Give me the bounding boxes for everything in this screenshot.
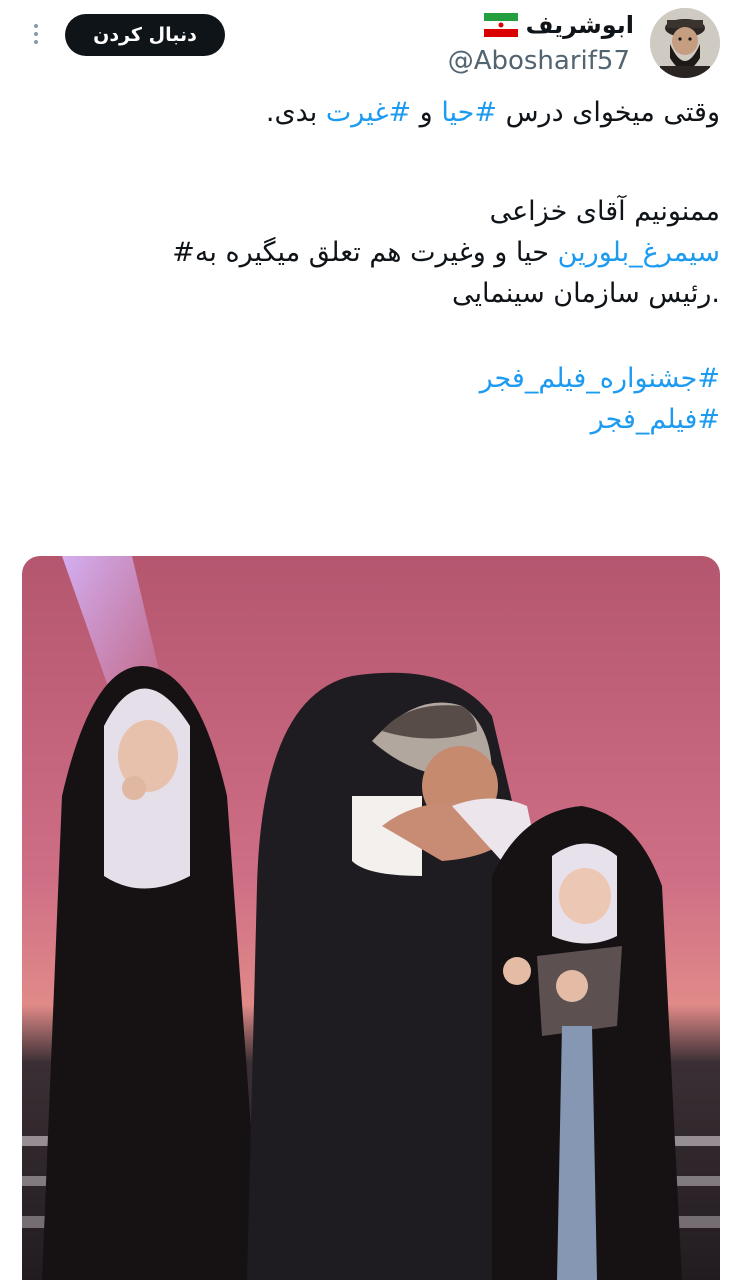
tweet-text-segment: بدی. [265, 97, 326, 128]
tweet-line-3: سیمرغ_بلورین حیا و وغیرت هم تعلق میگیره … [22, 232, 720, 273]
hashtag-link[interactable]: #جشنواره_فیلم_فجر [480, 363, 720, 394]
author-handle[interactable]: @Abosharif57 [448, 46, 630, 76]
tweet-body: وقتی میخوای درس #حیا و #غیرت بدی. ممنونی… [22, 92, 720, 440]
profile-photo [650, 8, 720, 78]
hashtag-link[interactable]: سیمرغ_بلورین [558, 237, 720, 268]
iran-flag-icon [483, 13, 518, 37]
more-vertical-icon[interactable] [28, 20, 44, 52]
tweet-text-segment: وقتی میخوای درس [497, 97, 720, 128]
tweet-line-1: وقتی میخوای درس #حیا و #غیرت بدی. [22, 92, 720, 133]
tweet-photo[interactable] [22, 556, 720, 1280]
event-photo [22, 556, 720, 1280]
hashtag-link[interactable]: #فیلم_فجر [591, 404, 720, 435]
author-name-row: ابوشریف [483, 8, 634, 42]
tweet-line-4: .رئیس سازمان سینمایی [451, 278, 720, 309]
author-display-name[interactable]: ابوشریف [526, 11, 634, 39]
hashtag-link[interactable]: #غیرت [326, 97, 411, 128]
hashtag-link[interactable]: #حیا [441, 97, 497, 128]
tweet-header: ابوشریف @Abosharif57 دنبال کردن [0, 0, 742, 90]
follow-button[interactable]: دنبال کردن [65, 14, 225, 56]
avatar[interactable] [650, 8, 720, 78]
tweet-line-2: ممنونیم آقای خزاعی [489, 196, 720, 227]
tweet-text-segment: حیا و وغیرت هم تعلق میگیره به# [172, 237, 558, 268]
tweet-text-segment: و [411, 97, 442, 128]
